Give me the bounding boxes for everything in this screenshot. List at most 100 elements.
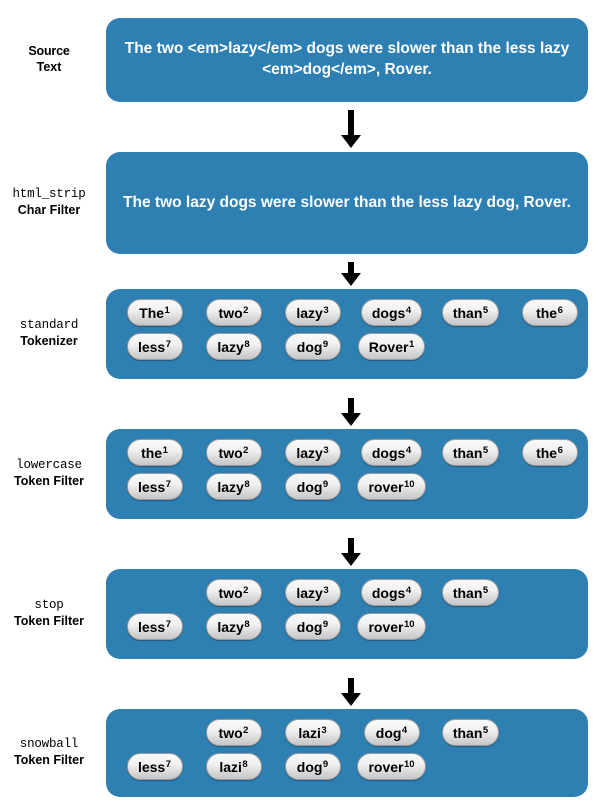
- token-pill[interactable]: than 5: [441, 578, 500, 606]
- token-text: rover: [368, 758, 404, 775]
- token-pill[interactable]: rover 10: [357, 752, 426, 780]
- token-slot: dog 9: [273, 752, 352, 780]
- token-text: two: [218, 724, 243, 741]
- token-pill[interactable]: dogs 4: [360, 298, 423, 326]
- token-text: rover: [368, 478, 404, 495]
- arrow-shaft: [348, 678, 354, 693]
- token-slot: the 1: [115, 438, 194, 466]
- stage-text-panel: The two lazy dogs were slower than the l…: [106, 152, 588, 254]
- token-pill[interactable]: the 6: [521, 438, 578, 466]
- stage-source: Source Text The two <em>lazy</em> dogs wer…: [0, 18, 600, 102]
- token-text: two: [218, 304, 243, 321]
- token-pill[interactable]: lazy 8: [205, 472, 262, 500]
- token-pill[interactable]: dog 4: [363, 718, 420, 746]
- stage-standard: standard Tokenizer The 1 two 2 lazy 3 dogs 4 than 5…: [0, 289, 600, 379]
- token-pill[interactable]: dogs 4: [360, 578, 423, 606]
- token-pill[interactable]: lazy 3: [284, 578, 341, 606]
- stage-label: stop Token Filter: [0, 598, 98, 629]
- stage-label-component-name: Source: [28, 44, 70, 58]
- token-pill[interactable]: the 1: [126, 438, 183, 466]
- token-slot: lazy 3: [273, 298, 352, 326]
- token-pill[interactable]: The 1: [126, 298, 183, 326]
- token-text: lazy: [217, 618, 244, 635]
- token-row: two 2 lazy 3 dogs 4 than 5: [115, 577, 579, 607]
- token-pill[interactable]: lazy 3: [284, 298, 341, 326]
- token-text: lazi: [298, 724, 321, 741]
- token-pill[interactable]: two 2: [205, 298, 262, 326]
- token-text: dog: [296, 338, 323, 355]
- token-pill[interactable]: two 2: [205, 438, 262, 466]
- token-pill[interactable]: than 5: [441, 438, 500, 466]
- token-pill[interactable]: lazy 8: [205, 332, 262, 360]
- token-pill[interactable]: dog 9: [284, 752, 341, 780]
- token-slot: the 6: [510, 298, 589, 326]
- token-text: dog: [296, 618, 323, 635]
- token-slot: dog 4: [352, 718, 431, 746]
- token-row: the 1 two 2 lazy 3 dogs 4 than 5 the 6: [115, 437, 579, 467]
- token-pill[interactable]: lazy 3: [284, 438, 341, 466]
- token-pill[interactable]: dog 9: [284, 332, 341, 360]
- token-slot: dog 9: [273, 612, 352, 640]
- token-pill[interactable]: less 7: [126, 752, 183, 780]
- token-pill[interactable]: two 2: [205, 578, 262, 606]
- token-pill[interactable]: the 6: [521, 298, 578, 326]
- token-text: dog: [296, 758, 323, 775]
- token-slot: lazy 3: [273, 578, 352, 606]
- stage-text-value: The two lazy dogs were slower than the l…: [123, 193, 571, 211]
- token-slot: lazi 8: [194, 752, 273, 780]
- token-slot: than 5: [431, 298, 510, 326]
- token-text: than: [452, 584, 483, 601]
- stage-label-component-kind: Token Filter: [14, 752, 84, 767]
- stage-label: standard Tokenizer: [0, 318, 98, 349]
- token-text: two: [218, 444, 243, 461]
- token-slot: dog 9: [273, 332, 352, 360]
- stage-stop: stop Token Filter two 2 lazy 3 dogs 4 than 5 less 7…: [0, 569, 600, 659]
- token-row: less 7 lazy 8 dog 9 Rover 1: [115, 331, 579, 361]
- token-pill[interactable]: dog 9: [284, 612, 341, 640]
- token-pill[interactable]: rover 10: [357, 612, 426, 640]
- stage-token-panel: two 2 lazi 3 dog 4 than 5 less 7 lazi 8 dog 9 rover 10: [106, 709, 588, 797]
- token-slot: Rover 1: [352, 332, 431, 360]
- stage-token-panel: two 2 lazy 3 dogs 4 than 5 less 7 lazy 8 dog 9 rover 10: [106, 569, 588, 659]
- token-pill[interactable]: lazy 8: [205, 612, 262, 640]
- token-pill[interactable]: less 7: [126, 612, 183, 640]
- token-text: lazy: [217, 338, 244, 355]
- stage-text-value: The two <em>lazy</em> dogs were slower t…: [124, 40, 570, 78]
- token-pill[interactable]: two 2: [205, 718, 262, 746]
- stage-label-component-name: html_strip: [12, 187, 86, 201]
- stage-label-component-name: lowercase: [16, 458, 82, 472]
- token-text: lazy: [217, 478, 244, 495]
- token-row: two 2 lazi 3 dog 4 than 5: [115, 717, 579, 747]
- token-pill[interactable]: lazi 3: [284, 718, 341, 746]
- token-pill[interactable]: dog 9: [284, 472, 341, 500]
- token-row: less 7 lazi 8 dog 9 rover 10: [115, 751, 579, 781]
- token-pill[interactable]: than 5: [441, 718, 500, 746]
- token-text: lazy: [296, 304, 323, 321]
- token-pill[interactable]: less 7: [126, 472, 183, 500]
- token-slot: than 5: [431, 438, 510, 466]
- token-pill[interactable]: dogs 4: [360, 438, 423, 466]
- token-slot: lazy 3: [273, 438, 352, 466]
- token-text: dog: [296, 478, 323, 495]
- token-pill[interactable]: rover 10: [357, 472, 426, 500]
- token-slot: rover 10: [352, 752, 431, 780]
- token-pill[interactable]: Rover 1: [357, 332, 426, 360]
- token-pill[interactable]: less 7: [126, 332, 183, 360]
- token-slot: The 1: [115, 298, 194, 326]
- token-slot: lazy 8: [194, 472, 273, 500]
- token-text: two: [218, 584, 243, 601]
- token-pill[interactable]: than 5: [441, 298, 500, 326]
- flow-arrow-down-icon: [341, 398, 361, 426]
- token-slot: less 7: [115, 472, 194, 500]
- arrow-shaft: [348, 538, 354, 553]
- token-text: dogs: [371, 444, 406, 461]
- token-slot: two 2: [194, 438, 273, 466]
- flow-arrow-down-icon: [341, 538, 361, 566]
- token-slot: lazi 3: [273, 718, 352, 746]
- arrow-head: [341, 693, 361, 706]
- token-slot: dogs 4: [352, 438, 431, 466]
- token-pill[interactable]: lazi 8: [205, 752, 262, 780]
- token-slot: two 2: [194, 298, 273, 326]
- stage-lowercase: lowercase Token Filter the 1 two 2 lazy 3 dogs 4 t…: [0, 429, 600, 519]
- stage-label: Source Text: [0, 44, 98, 75]
